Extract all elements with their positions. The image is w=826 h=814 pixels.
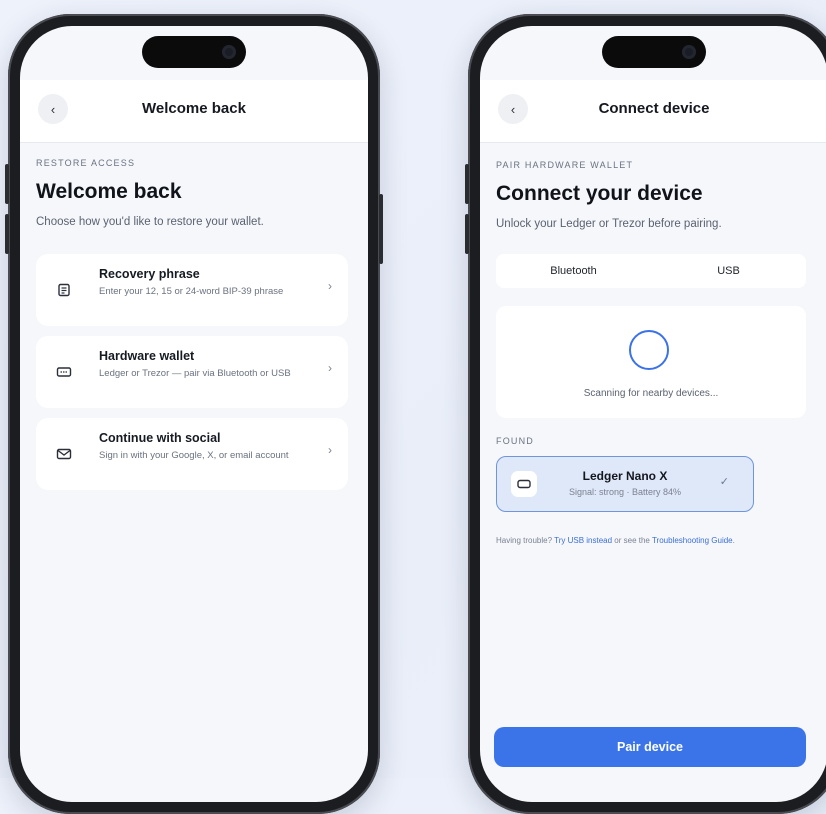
volume-up-button (5, 164, 9, 204)
nav-bar: ‹ Welcome back (20, 80, 368, 143)
document-icon (52, 278, 76, 302)
help-middle: or see the (612, 536, 652, 545)
chevron-right-icon: › (328, 279, 332, 293)
nav-bar: ‹ Connect device (480, 80, 826, 143)
device-detail: Signal: strong · Battery 84% (568, 487, 682, 497)
option-title: Continue with social (99, 431, 221, 445)
eyebrow-label: RESTORE ACCESS (36, 158, 136, 168)
tab-usb[interactable]: USB (651, 254, 806, 288)
volume-down-button (5, 214, 9, 254)
nav-title: Connect device (598, 100, 710, 117)
volume-down-button (465, 214, 469, 254)
dynamic-island (602, 36, 706, 68)
tab-bluetooth[interactable]: Bluetooth (496, 254, 651, 288)
camera-icon (222, 45, 236, 59)
phone-left: ‹ Welcome back RESTORE ACCESS Welcome ba… (5, 14, 383, 814)
help-text: Having trouble? Try USB instead or see t… (496, 536, 816, 545)
option-description: Sign in with your Google, X, or email ac… (99, 450, 289, 461)
connect-screen: ‹ Connect device PAIR HARDWARE WALLET Co… (480, 26, 826, 802)
device-item-ledger[interactable]: Ledger Nano X Signal: strong · Battery 8… (496, 456, 754, 512)
connection-tabs: Bluetooth USB (496, 254, 806, 288)
help-suffix: . (732, 536, 735, 545)
scanning-panel: Scanning for nearby devices... (496, 306, 806, 418)
chevron-right-icon: › (328, 361, 332, 375)
option-recovery-phrase[interactable]: Recovery phrase Enter your 12, 15 or 24-… (36, 254, 348, 326)
power-button (379, 194, 383, 264)
page-subtitle: Unlock your Ledger or Trezor before pair… (496, 218, 722, 230)
camera-icon (682, 45, 696, 59)
option-description: Enter your 12, 15 or 24-word BIP-39 phra… (99, 286, 284, 297)
nav-title: Welcome back (142, 100, 246, 117)
volume-up-button (465, 164, 469, 204)
hardware-wallet-icon (52, 360, 76, 384)
scanning-status: Scanning for nearby devices... (583, 388, 719, 399)
option-title: Recovery phrase (99, 267, 200, 281)
dynamic-island (142, 36, 246, 68)
page-title: Connect your device (496, 182, 703, 205)
device-icon (511, 471, 537, 497)
option-title: Hardware wallet (99, 349, 195, 363)
checkmark-icon: ✓ (719, 476, 729, 488)
page-title: Welcome back (36, 180, 182, 203)
eyebrow-label: PAIR HARDWARE WALLET (496, 160, 634, 170)
page-subtitle: Choose how you'd like to restore your wa… (36, 216, 264, 228)
chevron-right-icon: › (328, 443, 332, 457)
help-prefix: Having trouble? (496, 536, 555, 545)
device-name: Ledger Nano X (582, 469, 668, 483)
mail-icon (52, 442, 76, 466)
found-label: FOUND (496, 436, 534, 446)
option-description: Ledger or Trezor — pair via Bluetooth or… (99, 368, 291, 379)
restore-screen: ‹ Welcome back RESTORE ACCESS Welcome ba… (20, 26, 368, 802)
phone-right: ‹ Connect device PAIR HARDWARE WALLET Co… (465, 14, 826, 814)
pair-device-button[interactable]: Pair device (494, 727, 806, 767)
troubleshooting-guide-link[interactable]: Troubleshooting Guide (652, 536, 733, 545)
option-social[interactable]: Continue with social Sign in with your G… (36, 418, 348, 490)
try-usb-link[interactable]: Try USB instead (554, 536, 612, 545)
option-hardware-wallet[interactable]: Hardware wallet Ledger or Trezor — pair … (36, 336, 348, 408)
scanning-spinner-icon (629, 330, 669, 370)
